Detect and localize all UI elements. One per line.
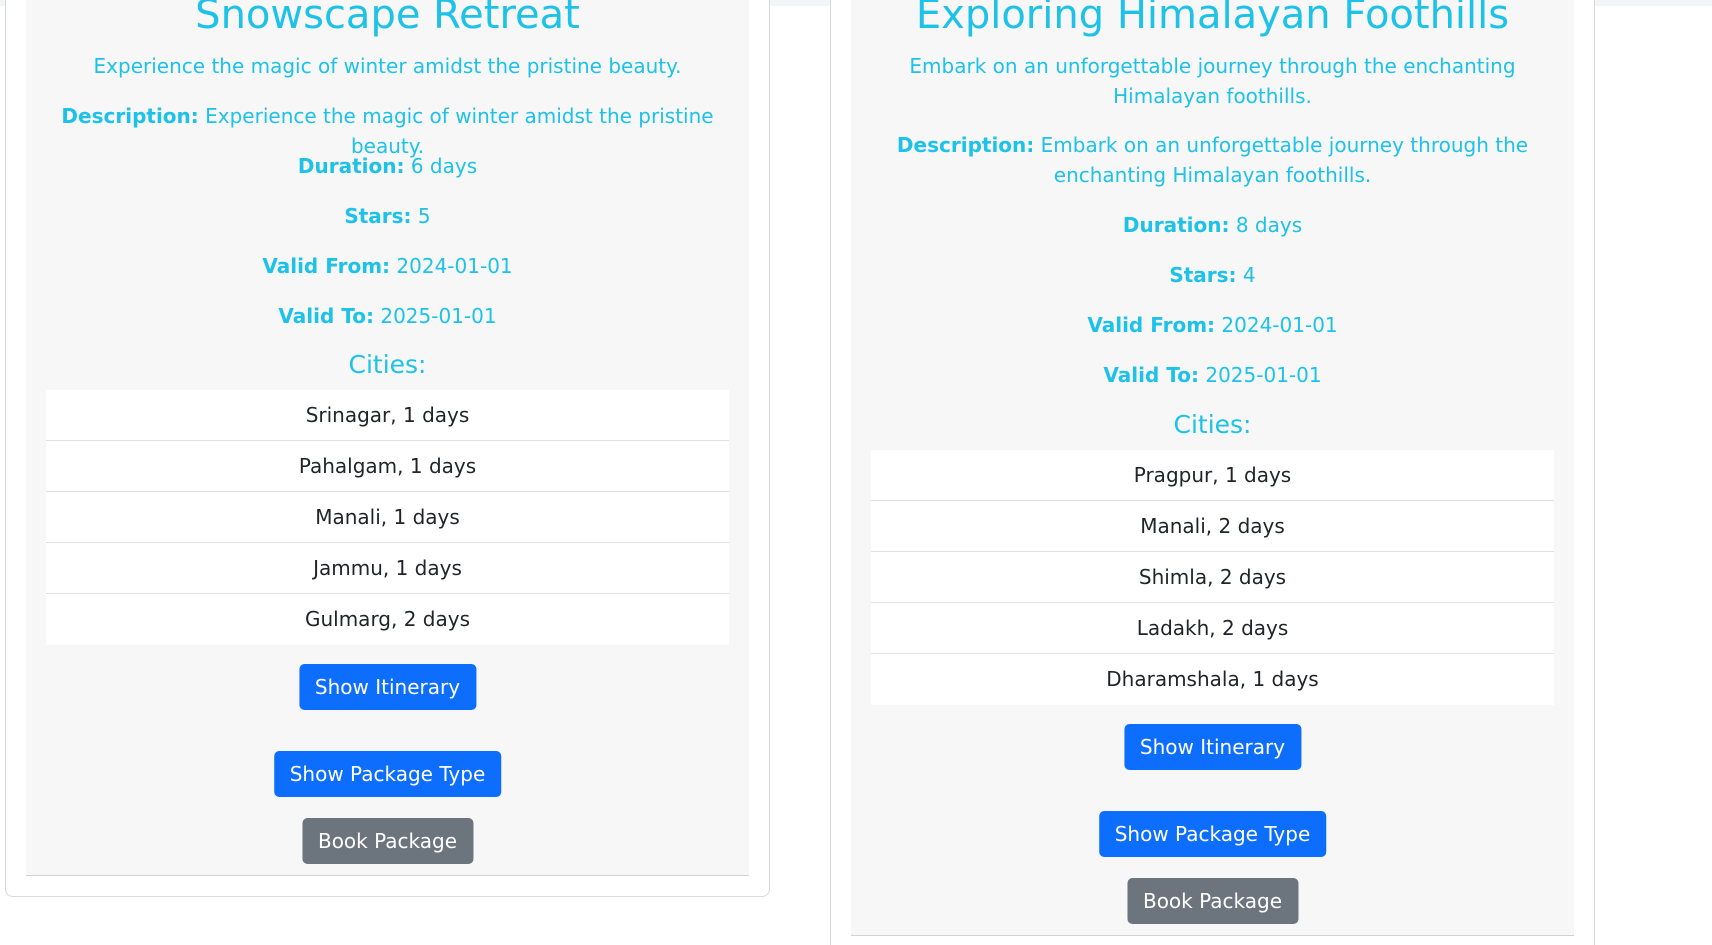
city-item: Ladakh, 2 days [871, 603, 1554, 654]
description-label: Description: [896, 133, 1035, 157]
valid-from-label: Valid From: [1087, 313, 1216, 337]
city-item: Jammu, 1 days [46, 543, 729, 594]
book-package-button[interactable]: Book Package [1126, 878, 1299, 924]
city-item: Manali, 1 days [46, 492, 729, 543]
description-value: Experience the magic of winter amidst th… [205, 104, 714, 158]
description-field: Description: Embark on an unforgettable … [881, 130, 1544, 190]
valid-to-field: Valid To: 2025-01-01 [56, 301, 719, 331]
stars-value: 5 [417, 204, 431, 228]
valid-to-label: Valid To: [278, 304, 374, 328]
city-item: Pahalgam, 1 days [46, 441, 729, 492]
cities-heading: Cities: [348, 350, 427, 379]
duration-value: 8 days [1235, 213, 1303, 237]
package-title: Snowscape Retreat [195, 0, 580, 38]
stars-field: Stars: 4 [881, 260, 1544, 290]
city-item: Gulmarg, 2 days [304, 607, 471, 631]
valid-to-field: Valid To: 2025-01-01 [881, 360, 1544, 390]
package-panel: Snowscape Retreat Experience the magic o… [26, 0, 749, 876]
city-item: Dharamshala, 1 days [1106, 667, 1319, 691]
package-title: Exploring Himalayan Foothills [915, 0, 1510, 38]
stars-value: 4 [1242, 263, 1256, 287]
valid-to-value: 2025-01-01 [1205, 363, 1322, 387]
show-itinerary-button[interactable]: Show Itinerary [298, 664, 477, 710]
stars-label: Stars: [1169, 263, 1237, 287]
duration-field: Duration: 8 days [881, 210, 1544, 240]
package-subtitle: Embark on an unforgettable journey throu… [909, 54, 1516, 108]
valid-from-label: Valid From: [262, 254, 391, 278]
city-item: Srinagar, 1 days [46, 390, 729, 441]
city-item: Pragpur, 1 days [871, 450, 1554, 501]
city-list: Srinagar, 1 days Pahalgam, 1 days Manali… [46, 390, 729, 645]
city-item: Manali, 2 days [871, 501, 1554, 552]
show-itinerary-button[interactable]: Show Itinerary [1123, 724, 1302, 770]
valid-from-value: 2024-01-01 [1221, 313, 1338, 337]
valid-from-field: Valid From: 2024-01-01 [56, 251, 719, 281]
show-package-type-button[interactable]: Show Package Type [1098, 811, 1327, 857]
package-card-himalayan-foothills: Exploring Himalayan Foothills Embark on … [830, 0, 1595, 945]
description-label: Description: [61, 104, 199, 128]
valid-from-value: 2024-01-01 [396, 254, 513, 278]
show-package-type-button[interactable]: Show Package Type [273, 751, 502, 797]
description-value: Embark on an unforgettable journey throu… [1040, 133, 1529, 187]
valid-to-value: 2025-01-01 [380, 304, 497, 328]
stars-field: Stars: 5 [56, 201, 719, 231]
package-card-snowscape-retreat: Snowscape Retreat Experience the magic o… [5, 0, 770, 897]
package-subtitle: Experience the magic of winter amidst th… [93, 54, 682, 78]
city-item: Shimla, 2 days [871, 552, 1554, 603]
valid-from-field: Valid From: 2024-01-01 [881, 310, 1544, 340]
valid-to-label: Valid To: [1103, 363, 1199, 387]
package-panel: Exploring Himalayan Foothills Embark on … [851, 0, 1574, 936]
duration-value: 6 days [410, 154, 478, 178]
duration-field: Duration: 6 days [56, 151, 719, 181]
cities-heading: Cities: [1173, 410, 1252, 439]
duration-label: Duration: [1122, 213, 1230, 237]
book-package-button[interactable]: Book Package [301, 818, 474, 864]
duration-label: Duration: [297, 154, 405, 178]
city-list: Pragpur, 1 days Manali, 2 days Shimla, 2… [871, 450, 1554, 705]
stars-label: Stars: [344, 204, 412, 228]
